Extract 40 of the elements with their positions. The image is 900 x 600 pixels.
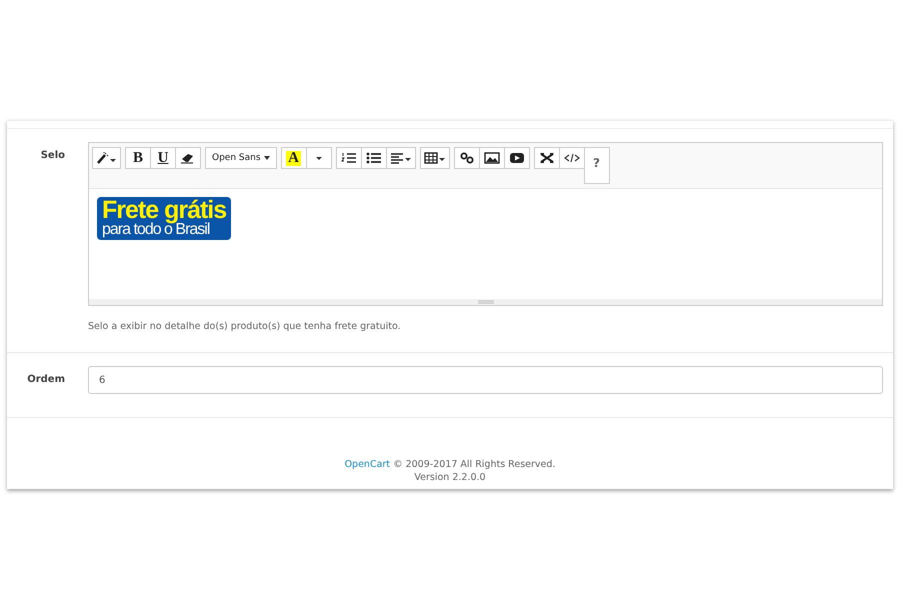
code-button[interactable]: [558, 147, 585, 169]
version-text: Version 2.2.0.0: [414, 471, 486, 484]
help-button[interactable]: ?: [584, 147, 610, 184]
text-color-button[interactable]: A: [280, 147, 307, 169]
underline-button[interactable]: U: [150, 147, 176, 169]
video-icon: [508, 152, 525, 164]
fullscreen-icon: [538, 152, 555, 164]
field-label: Selo: [40, 149, 66, 163]
image-button[interactable]: [478, 147, 505, 169]
banner-subtitle: para todo o Brasil: [102, 222, 210, 238]
copyright-text: OpenCart © 2009-2017 All Rights Reserved.: [344, 458, 556, 471]
opencart-link[interactable]: OpenCart: [344, 459, 390, 470]
code-icon: [564, 152, 580, 164]
bullet-list-icon: [366, 152, 382, 164]
bold-button[interactable]: B: [125, 147, 151, 169]
wand-icon: [96, 152, 117, 164]
table-button[interactable]: [420, 147, 450, 169]
field-label: Ordem: [26, 373, 66, 387]
link-icon: [458, 152, 475, 164]
align-icon: [390, 152, 412, 164]
ul-button[interactable]: [360, 147, 387, 169]
resize-handle-icon[interactable]: [478, 300, 494, 304]
highlighted-letter: A: [286, 150, 301, 166]
input-field[interactable]: 6: [88, 366, 883, 394]
link-button[interactable]: [454, 147, 480, 169]
caret-icon: [264, 156, 270, 160]
rich-text-editor[interactable]: B U Open Sans A ? Frete grátis para todo o Brasil: [88, 142, 883, 306]
image-icon: [484, 152, 500, 164]
table-icon: [424, 152, 446, 164]
wand-button[interactable]: [92, 147, 121, 169]
help-text: Selo a exibir no detalhe do(s) produto(s) que tenha frete gratuito.: [88, 320, 402, 334]
align-button[interactable]: [386, 147, 416, 169]
font-dropdown[interactable]: Open Sans: [205, 147, 277, 169]
eraser-button[interactable]: [175, 147, 201, 169]
banner-title: Frete grátis: [102, 198, 226, 222]
ol-button[interactable]: [336, 147, 362, 169]
eraser-icon: [180, 152, 196, 164]
numbered-list-icon: [340, 152, 357, 164]
fullscreen-button[interactable]: [534, 147, 560, 169]
video-button[interactable]: [504, 147, 530, 169]
